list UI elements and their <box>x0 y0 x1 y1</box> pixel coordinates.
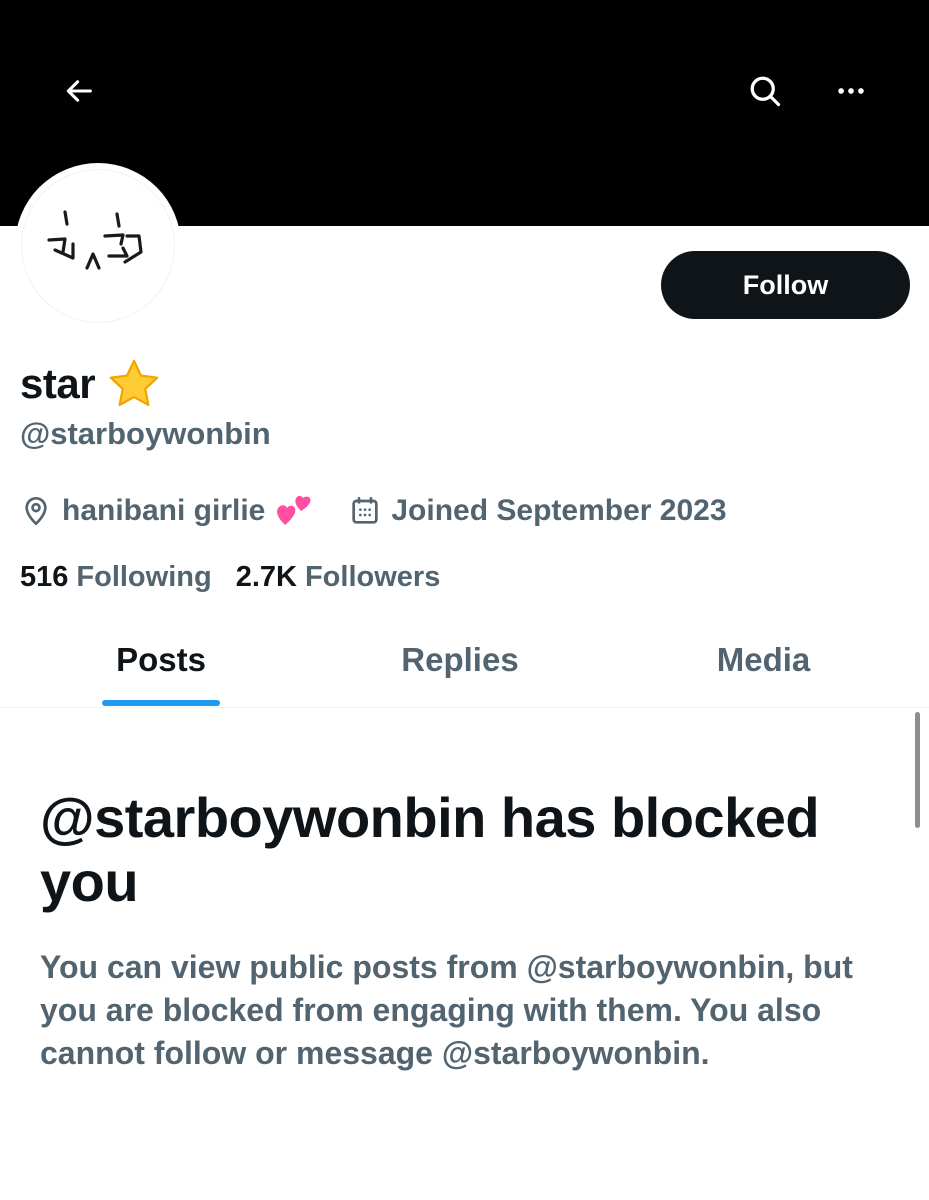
joined-text: Joined September 2023 <box>391 494 727 527</box>
tab-media-label: Media <box>716 640 811 678</box>
following-count: 516 <box>20 560 69 593</box>
display-name-text: star <box>20 360 96 407</box>
followers-label: Followers <box>304 560 441 593</box>
avatar-drawing <box>47 210 143 270</box>
tab-posts-label: Posts <box>116 640 206 678</box>
user-handle: @starboywonbin <box>20 416 271 451</box>
calendar-icon <box>352 497 379 524</box>
location-pin-icon <box>25 497 47 526</box>
scrollbar[interactable] <box>915 712 920 828</box>
follow-button[interactable]: Follow <box>661 251 910 319</box>
follow-stats: 516 Following 2.7K Followers <box>20 555 440 599</box>
tab-posts[interactable]: Posts <box>0 612 322 707</box>
avatar[interactable] <box>15 163 181 329</box>
search-button[interactable] <box>737 63 793 119</box>
following-label: Following <box>76 560 212 593</box>
location: hanibani girlie <box>20 493 315 529</box>
profile-page: Follow star @starboywonbin hanibani girl… <box>0 0 929 1200</box>
two-hearts-emoji-icon <box>277 495 311 525</box>
active-tab-indicator <box>102 700 220 706</box>
arrow-left-icon <box>66 80 92 102</box>
following-stat[interactable]: 516 Following <box>20 561 212 594</box>
blocked-title: @starboywonbin has blocked you <box>40 786 820 913</box>
tab-replies[interactable]: Replies <box>322 612 598 707</box>
followers-stat[interactable]: 2.7K Followers <box>236 561 441 594</box>
back-button[interactable] <box>51 63 107 119</box>
more-horizontal-icon <box>838 88 864 94</box>
joined-date: Joined September 2023 <box>349 494 727 528</box>
tab-media[interactable]: Media <box>598 612 929 707</box>
profile-tabs: Posts Replies Media <box>0 612 929 708</box>
blocked-description: You can view public posts from @starboyw… <box>40 949 853 1071</box>
more-options-button[interactable] <box>823 63 879 119</box>
avatar-image <box>21 169 175 323</box>
display-name: star <box>20 356 161 412</box>
followers-count: 2.7K <box>235 560 297 593</box>
search-icon <box>750 76 781 107</box>
location-text: hanibani girlie <box>62 494 266 527</box>
tab-replies-label: Replies <box>401 640 519 678</box>
star-emoji-icon <box>109 359 159 407</box>
profile-meta: hanibani girlie Joined September 2023 <box>20 488 727 534</box>
